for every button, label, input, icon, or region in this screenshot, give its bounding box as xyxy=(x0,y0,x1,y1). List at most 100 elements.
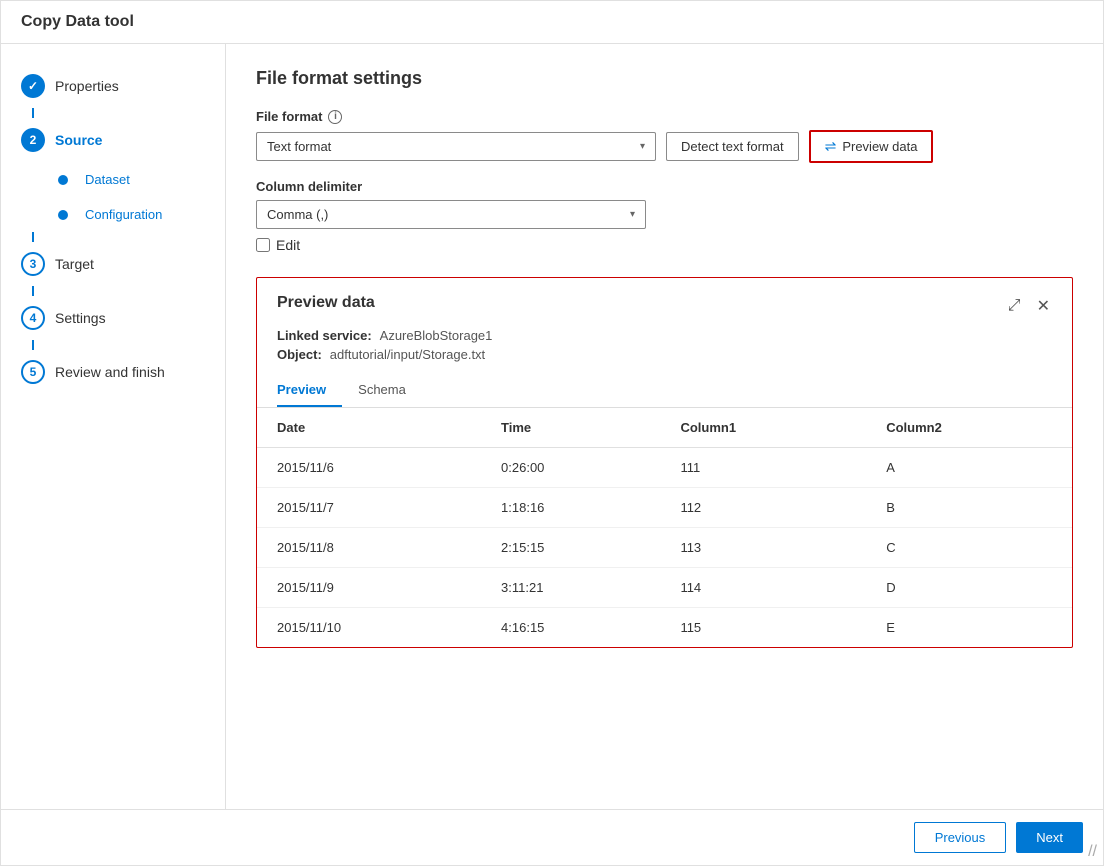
preview-table: Date Time Column1 Column2 2015/11/60:26:… xyxy=(257,408,1072,647)
table-row: 2015/11/93:11:21114D xyxy=(257,568,1072,608)
table-cell: 2015/11/7 xyxy=(257,488,481,528)
sidebar-item-dataset[interactable]: Dataset xyxy=(1,162,225,197)
edit-checkbox[interactable] xyxy=(256,238,270,252)
table-cell: 2015/11/9 xyxy=(257,568,481,608)
table-cell: 2015/11/10 xyxy=(257,608,481,648)
sidebar-item-target[interactable]: 3 Target xyxy=(1,242,225,286)
col-header-column1: Column1 xyxy=(660,408,866,448)
step-circle-target: 3 xyxy=(21,252,45,276)
sidebar-item-properties[interactable]: ✓ Properties xyxy=(1,64,225,108)
col-header-column2: Column2 xyxy=(866,408,1072,448)
preview-meta: Linked service: AzureBlobStorage1 Object… xyxy=(257,318,1072,362)
table-cell: C xyxy=(866,528,1072,568)
preview-icon: ⇌ xyxy=(825,138,837,155)
sidebar-item-review[interactable]: 5 Review and finish xyxy=(1,350,225,394)
step-circle-source: 2 xyxy=(21,128,45,152)
table-cell: 114 xyxy=(660,568,866,608)
table-cell: D xyxy=(866,568,1072,608)
next-button[interactable]: Next xyxy=(1016,822,1083,853)
table-cell: 112 xyxy=(660,488,866,528)
detect-text-format-button[interactable]: Detect text format xyxy=(666,132,799,161)
column-delimiter-row: Column delimiter Comma (,) ▾ Edit xyxy=(256,179,1073,253)
linked-service-label: Linked service: xyxy=(277,328,372,343)
chevron-down-icon-2: ▾ xyxy=(630,209,635,220)
preview-panel-title: Preview data xyxy=(277,294,375,312)
format-row: Text format ▾ Detect text format ⇌ Previ… xyxy=(256,130,1073,163)
column-delimiter-dropdown[interactable]: Comma (,) ▾ xyxy=(256,200,646,229)
bottom-bar: Previous Next // xyxy=(1,809,1103,865)
col-header-date: Date xyxy=(257,408,481,448)
resize-handle: // xyxy=(1088,843,1097,861)
expand-icon[interactable]: ⤢ xyxy=(1006,294,1023,318)
step-circle-settings: 4 xyxy=(21,306,45,330)
sidebar-label-target: Target xyxy=(55,256,94,272)
linked-service-row: Linked service: AzureBlobStorage1 xyxy=(277,328,1052,343)
app-header: Copy Data tool xyxy=(1,1,1103,44)
sidebar-label-source: Source xyxy=(55,132,102,148)
preview-data-button[interactable]: ⇌ Preview data xyxy=(809,130,934,163)
previous-button[interactable]: Previous xyxy=(914,822,1007,853)
chevron-down-icon: ▾ xyxy=(640,141,645,152)
file-format-row: File format i Text format ▾ Detect text … xyxy=(256,109,1073,163)
table-cell: 2:15:15 xyxy=(481,528,660,568)
table-cell: E xyxy=(866,608,1072,648)
table-cell: 113 xyxy=(660,528,866,568)
connector-1 xyxy=(32,108,34,118)
table-cell: 0:26:00 xyxy=(481,448,660,488)
tab-schema[interactable]: Schema xyxy=(358,374,422,407)
tab-preview[interactable]: Preview xyxy=(277,374,342,407)
preview-btn-label: Preview data xyxy=(842,139,917,154)
sidebar: ✓ Properties 2 Source Dataset Configurat… xyxy=(1,44,226,809)
connector-4 xyxy=(32,340,34,350)
close-icon[interactable]: ✕ xyxy=(1035,294,1052,318)
file-format-label: File format i xyxy=(256,109,1073,124)
sidebar-item-settings[interactable]: 4 Settings xyxy=(1,296,225,340)
sidebar-label-dataset: Dataset xyxy=(85,172,130,187)
content-area: File format settings File format i Text … xyxy=(226,44,1103,809)
linked-service-value: AzureBlobStorage1 xyxy=(380,328,493,343)
preview-panel: Preview data ⤢ ✕ Linked service: AzureBl… xyxy=(256,277,1073,648)
table-row: 2015/11/104:16:15115E xyxy=(257,608,1072,648)
step-circle-dataset xyxy=(58,175,68,185)
sidebar-label-configuration: Configuration xyxy=(85,207,162,222)
table-cell: 2015/11/8 xyxy=(257,528,481,568)
table-cell: 111 xyxy=(660,448,866,488)
table-cell: B xyxy=(866,488,1072,528)
table-header-row: Date Time Column1 Column2 xyxy=(257,408,1072,448)
file-format-value: Text format xyxy=(267,139,331,154)
connector-2 xyxy=(32,232,34,242)
sidebar-item-source[interactable]: 2 Source xyxy=(1,118,225,162)
file-format-dropdown[interactable]: Text format ▾ xyxy=(256,132,656,161)
preview-tabs: Preview Schema xyxy=(257,374,1072,408)
table-row: 2015/11/60:26:00111A xyxy=(257,448,1072,488)
step-circle-properties: ✓ xyxy=(21,74,45,98)
table-cell: 2015/11/6 xyxy=(257,448,481,488)
sidebar-item-configuration[interactable]: Configuration xyxy=(1,197,225,232)
sidebar-label-settings: Settings xyxy=(55,310,106,326)
table-row: 2015/11/82:15:15113C xyxy=(257,528,1072,568)
preview-panel-header: Preview data ⤢ ✕ xyxy=(257,278,1072,318)
col-header-time: Time xyxy=(481,408,660,448)
section-title: File format settings xyxy=(256,68,1073,89)
table-cell: 3:11:21 xyxy=(481,568,660,608)
table-cell: 4:16:15 xyxy=(481,608,660,648)
column-delimiter-label: Column delimiter xyxy=(256,179,1073,194)
table-cell: A xyxy=(866,448,1072,488)
info-icon[interactable]: i xyxy=(328,110,342,124)
sidebar-label-review: Review and finish xyxy=(55,364,165,380)
table-cell: 1:18:16 xyxy=(481,488,660,528)
column-delimiter-value: Comma (,) xyxy=(267,207,328,222)
table-row: 2015/11/71:18:16112B xyxy=(257,488,1072,528)
sidebar-label-properties: Properties xyxy=(55,78,119,94)
step-circle-review: 5 xyxy=(21,360,45,384)
connector-3 xyxy=(32,286,34,296)
edit-label: Edit xyxy=(276,237,300,253)
step-circle-configuration xyxy=(58,210,68,220)
edit-row: Edit xyxy=(256,237,1073,253)
panel-controls: ⤢ ✕ xyxy=(1006,294,1052,318)
object-label: Object: xyxy=(277,347,322,362)
app-title: Copy Data tool xyxy=(21,13,134,30)
object-row: Object: adftutorial/input/Storage.txt xyxy=(277,347,1052,362)
object-value: adftutorial/input/Storage.txt xyxy=(330,347,485,362)
table-cell: 115 xyxy=(660,608,866,648)
